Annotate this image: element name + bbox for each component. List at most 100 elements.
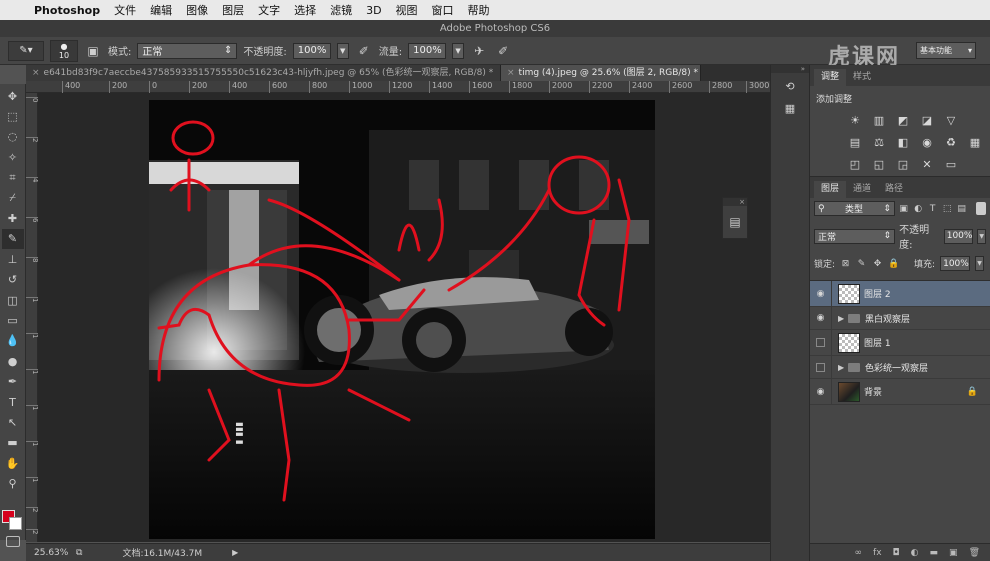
info-panel-icon[interactable]: ▤ [723, 206, 747, 238]
selective-color-icon[interactable]: ✕ [920, 157, 934, 171]
zoom-level[interactable]: 25.63% [26, 548, 76, 558]
eye-icon[interactable]: ◉ [810, 281, 832, 306]
type-filter-icon[interactable]: T [927, 202, 939, 215]
menu-3d[interactable]: 3D [366, 4, 381, 17]
clone-stamp-tool-icon[interactable]: ⊥ [2, 249, 24, 269]
lasso-tool-icon[interactable]: ◌ [2, 127, 24, 147]
invert-icon[interactable]: ◰ [848, 157, 862, 171]
menu-select[interactable]: 选择 [294, 2, 316, 18]
marquee-tool-icon[interactable]: ⬚ [2, 106, 24, 126]
menu-window[interactable]: 窗口 [432, 2, 454, 18]
eraser-tool-icon[interactable]: ◫ [2, 290, 24, 310]
menu-app-name[interactable]: Photoshop [34, 4, 100, 17]
color-balance-icon[interactable]: ⚖ [872, 135, 886, 149]
pressure-size-icon[interactable]: ✐ [494, 42, 512, 60]
quick-select-tool-icon[interactable]: ✧ [2, 147, 24, 167]
fill-input[interactable]: 100% [940, 256, 971, 271]
gradient-tool-icon[interactable]: ▭ [2, 310, 24, 330]
tab-layers[interactable]: 图层 [814, 181, 847, 198]
opacity-input[interactable]: 100% [292, 42, 331, 59]
menu-layer[interactable]: 图层 [222, 2, 244, 18]
eye-icon[interactable]: ◉ [810, 379, 832, 404]
layer-row-layer2[interactable]: ◉ 图层 2 [810, 281, 990, 307]
layer-filter-select[interactable]: ⚲ 类型 ⇕ [814, 201, 895, 216]
adjustment-filter-icon[interactable]: ◐ [912, 202, 924, 215]
brightness-contrast-icon[interactable]: ☀ [848, 113, 862, 127]
quick-mask-icon[interactable] [6, 536, 20, 547]
add-mask-icon[interactable]: ◘ [893, 548, 900, 558]
new-group-icon[interactable]: ▬ [930, 548, 939, 558]
eye-off-icon[interactable] [810, 330, 832, 355]
menu-type[interactable]: 文字 [258, 2, 280, 18]
menu-help[interactable]: 帮助 [468, 2, 490, 18]
crop-tool-icon[interactable]: ⌗ [2, 168, 24, 188]
photo-filter-icon[interactable]: ◉ [920, 135, 934, 149]
layer-row-color-group[interactable]: ▶ 色彩统一观察层 [810, 356, 990, 379]
properties-panel-icon[interactable]: ▦ [778, 99, 802, 117]
smart-object-filter-icon[interactable]: ▤ [956, 202, 968, 215]
dodge-tool-icon[interactable]: ● [2, 351, 24, 371]
hand-tool-icon[interactable]: ✋ [2, 453, 24, 473]
menu-file[interactable]: 文件 [114, 2, 136, 18]
history-panel-icon[interactable]: ⟲ [778, 77, 802, 95]
color-lookup-icon[interactable]: ▦ [968, 135, 982, 149]
shape-filter-icon[interactable]: ⬚ [941, 202, 953, 215]
zoom-tool-icon[interactable]: ⚲ [2, 473, 24, 493]
channel-mixer-icon[interactable]: ♻ [944, 135, 958, 149]
doc-tab-1[interactable]: × e641bd83f9c7aeccbe437585933515755550c51… [26, 65, 501, 81]
tool-preset-picker[interactable]: ✎▾ [8, 40, 44, 61]
background-color-swatch[interactable] [9, 517, 22, 530]
eye-off-icon[interactable] [810, 356, 832, 378]
shape-tool-icon[interactable]: ▬ [2, 433, 24, 453]
exposure-icon[interactable]: ◪ [920, 113, 934, 127]
opacity-dropdown-icon[interactable]: ▼ [336, 42, 349, 59]
layer-opacity-input[interactable]: 100% [943, 228, 974, 244]
blend-mode-select[interactable]: 正常 ⇕ [814, 228, 896, 244]
menu-image[interactable]: 图像 [186, 2, 208, 18]
tab-paths[interactable]: 路径 [878, 181, 910, 198]
document-image[interactable]: ▮▮▮ ▮ [149, 100, 655, 539]
pressure-opacity-icon[interactable]: ✐ [355, 42, 373, 60]
brush-tool-icon[interactable]: ✎ [1, 228, 24, 250]
close-icon[interactable]: × [32, 68, 40, 78]
menu-edit[interactable]: 编辑 [150, 2, 172, 18]
new-adjustment-icon[interactable]: ◐ [911, 548, 919, 558]
lock-image-icon[interactable]: ✎ [856, 258, 867, 269]
tab-styles[interactable]: 样式 [846, 69, 878, 86]
chevron-right-icon[interactable]: ▶ [838, 363, 848, 372]
trash-icon[interactable]: 🗑 [969, 548, 980, 558]
airbrush-icon[interactable]: ✈ [470, 42, 488, 60]
lock-all-icon[interactable]: 🔒 [888, 258, 899, 269]
flow-input[interactable]: 100% [408, 42, 447, 59]
play-icon[interactable]: ▶ [232, 548, 238, 557]
flow-dropdown-icon[interactable]: ▼ [452, 42, 465, 59]
black-white-icon[interactable]: ◧ [896, 135, 910, 149]
status-export-icon[interactable]: ⧉ [76, 548, 82, 558]
healing-brush-tool-icon[interactable]: ✚ [2, 208, 24, 228]
move-tool-icon[interactable]: ✥ [2, 86, 24, 106]
link-layers-icon[interactable]: ∞ [855, 548, 863, 558]
pixel-filter-icon[interactable]: ▣ [898, 202, 910, 215]
doc-tab-2[interactable]: × timg (4).jpeg @ 25.6% (图层 2, RGB/8) * [501, 65, 701, 81]
pen-tool-icon[interactable]: ✒ [2, 371, 24, 391]
eyedropper-tool-icon[interactable]: ⌿ [2, 188, 24, 208]
lock-position-icon[interactable]: ✥ [872, 258, 883, 269]
levels-icon[interactable]: ▥ [872, 113, 886, 127]
fill-dropdown-icon[interactable]: ▼ [975, 256, 985, 271]
filter-toggle[interactable] [976, 202, 986, 215]
tab-channels[interactable]: 通道 [846, 181, 878, 198]
tab-adjustments[interactable]: 调整 [814, 69, 847, 86]
layer-row-bw-group[interactable]: ◉ ▶ 黑白观察层 [810, 307, 990, 330]
layer-row-background[interactable]: ◉ 背景 🔒 [810, 379, 990, 405]
mode-select[interactable]: 正常 ⇕ [137, 42, 238, 59]
collapse-icon[interactable]: × [723, 198, 747, 206]
collapse-icon[interactable]: » [771, 65, 809, 73]
vibrance-icon[interactable]: ▽ [944, 113, 958, 127]
history-brush-tool-icon[interactable]: ↺ [2, 270, 24, 290]
brush-preset-picker[interactable]: ● 10 [50, 39, 78, 62]
lock-transparent-icon[interactable]: ⊠ [840, 258, 851, 269]
canvas-area[interactable]: ▮▮▮ ▮ [38, 93, 770, 542]
layer-row-layer1[interactable]: 图层 1 [810, 330, 990, 356]
gradient-map-icon[interactable]: ▭ [944, 157, 958, 171]
layer-style-icon[interactable]: fx [873, 548, 882, 558]
